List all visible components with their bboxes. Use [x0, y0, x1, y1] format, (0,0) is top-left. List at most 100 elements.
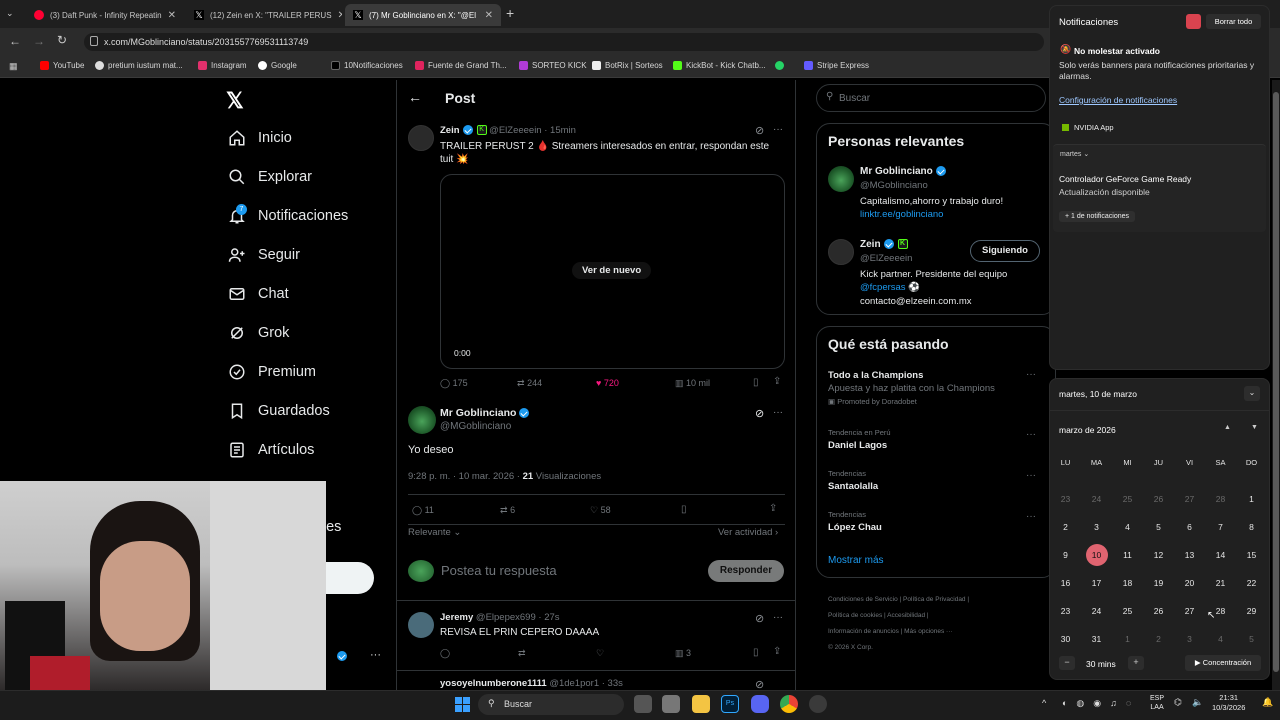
bookmark-10notificaciones[interactable]: 10Notificaciones — [331, 61, 403, 70]
close-icon[interactable]: ✕ — [162, 10, 176, 21]
repost-action[interactable]: ⇄ 244 — [517, 378, 542, 389]
repost-action[interactable]: ⇄ 6 — [500, 505, 515, 516]
reload-icon[interactable]: ↻ — [57, 33, 67, 47]
search-box[interactable]: ⚲ Buscar — [816, 84, 1046, 112]
calendar-day[interactable]: 25 — [1112, 606, 1143, 616]
calendar-day[interactable]: 5 — [1236, 634, 1267, 644]
author-handle[interactable]: @Elpepex699 · 27s — [476, 612, 560, 623]
calendar-day[interactable]: 16 — [1050, 578, 1081, 588]
bookmark-icon[interactable]: ▯ — [753, 647, 759, 658]
bookmark-sorteo-kick[interactable]: SORTEO KICK — [519, 61, 587, 70]
bookmark-kickbot[interactable]: KickBot - Kick Chatb... — [673, 61, 766, 70]
notification-bell-icon[interactable]: 🔔 — [1262, 697, 1273, 708]
calendar-day[interactable]: 6 — [1174, 522, 1205, 532]
more-icon[interactable]: ··· — [1026, 470, 1036, 481]
author-handle[interactable]: @1de1por1 · 33s — [549, 678, 623, 689]
heart-icon[interactable]: ♡ — [596, 648, 604, 659]
nav-chat[interactable]: Chat — [228, 285, 289, 303]
focus-plus-button[interactable]: + — [1128, 656, 1144, 670]
tab-list-button[interactable]: ⌄ — [6, 8, 14, 19]
calendar-day[interactable]: 30 — [1050, 634, 1081, 644]
calendar-day[interactable]: 26 — [1143, 606, 1174, 616]
volume-icon[interactable]: 🔈 — [1192, 697, 1203, 708]
more-icon[interactable]: ··· — [370, 649, 381, 661]
nav-premium[interactable]: Premium — [228, 363, 316, 381]
trend-item[interactable]: Tendencia en Perú Daniel Lagos — [828, 428, 891, 451]
tab-3[interactable]: 𝕏 (7) Mr Goblinciano en X: "@El ✕ — [345, 4, 501, 26]
reply-action[interactable]: ◯ 11 — [412, 505, 434, 516]
calendar-day[interactable]: 9 — [1050, 550, 1081, 560]
app-icon[interactable] — [809, 695, 827, 713]
photoshop-icon[interactable]: Ps — [721, 695, 739, 713]
more-icon[interactable]: ··· — [1026, 429, 1036, 440]
calendar-day[interactable]: 19 — [1143, 578, 1174, 588]
view-activity-link[interactable]: Ver actividad › — [718, 527, 778, 538]
windows-start-icon[interactable] — [455, 697, 470, 712]
focus-minus-button[interactable]: − — [1059, 656, 1075, 670]
calendar-day[interactable]: 21 — [1205, 578, 1236, 588]
collapse-button[interactable]: ⌄ — [1244, 386, 1260, 401]
more-icon[interactable]: ··· — [773, 407, 783, 418]
tab-1[interactable]: (3) Daft Punk - Infinity Repeatin ✕ — [26, 4, 182, 26]
show-more-link[interactable]: Mostrar más — [828, 555, 884, 566]
like-action[interactable]: ♡ 58 — [590, 505, 611, 516]
avatar[interactable] — [408, 125, 434, 151]
repost-icon[interactable]: ⇄ — [518, 648, 526, 659]
share-icon[interactable]: ⇪ — [773, 376, 781, 387]
nav-articulos[interactable]: Artículos — [228, 441, 314, 459]
calendar-day[interactable]: 28 — [1205, 494, 1236, 504]
tray-icons[interactable]: ◐◍◉♫◌ — [1062, 698, 1140, 709]
more-icon[interactable]: ··· — [773, 124, 783, 135]
calendar-day[interactable]: 3 — [1174, 634, 1205, 644]
calendar-day[interactable]: 13 — [1174, 550, 1205, 560]
tray-chevron-icon[interactable]: ^ — [1042, 698, 1046, 708]
bookmark-whatsapp[interactable] — [775, 61, 788, 70]
author-name[interactable]: Zein — [440, 125, 460, 136]
url-bar[interactable]: x.com/MGoblinciano/status/20315577695311… — [84, 33, 1044, 51]
nav-explorar[interactable]: Explorar — [228, 168, 312, 186]
mention-link[interactable]: @fcpersas — [860, 282, 906, 293]
calendar-day[interactable]: 27 — [1174, 606, 1205, 616]
author-handle[interactable]: @MGoblinciano — [440, 421, 511, 432]
footer-link[interactable]: Política de Privacidad — [903, 596, 966, 603]
nav-grok[interactable]: Grok — [228, 324, 289, 342]
grok-icon[interactable]: ⊘ — [755, 407, 764, 420]
day-group[interactable]: martes ⌄ — [1060, 150, 1089, 158]
calendar-day[interactable]: 26 — [1143, 494, 1174, 504]
nav-seguir[interactable]: Seguir — [228, 246, 300, 264]
calendar-day[interactable]: 1 — [1112, 634, 1143, 644]
discord-icon[interactable] — [751, 695, 769, 713]
avatar[interactable] — [828, 239, 854, 265]
bookmark-gta[interactable]: Fuente de Grand Th... — [415, 61, 507, 70]
calendar-day[interactable]: 23 — [1050, 494, 1081, 504]
like-action[interactable]: ♥ 720 — [596, 378, 619, 388]
avatar[interactable] — [408, 406, 436, 434]
bookmark-pretium[interactable]: pretium iustum mat... — [95, 61, 183, 70]
share-icon[interactable]: ⇪ — [769, 503, 777, 514]
person-name[interactable]: Mr Goblinciano — [860, 166, 946, 177]
calendar-day[interactable]: 4 — [1205, 634, 1236, 644]
calendar-day[interactable]: 17 — [1081, 578, 1112, 588]
dnd-toggle-icon[interactable] — [1186, 14, 1201, 29]
calendar-day[interactable]: 31 — [1081, 634, 1112, 644]
person-name[interactable]: Zein K — [860, 239, 908, 250]
author-name[interactable]: yosoyelnumberone1111 — [440, 678, 547, 689]
calendar-day[interactable]: 4 — [1112, 522, 1143, 532]
footer-link[interactable]: Más opciones ··· — [904, 628, 952, 635]
more-icon[interactable]: ··· — [1026, 369, 1036, 380]
bookmark-icon[interactable]: ▯ — [681, 504, 687, 515]
views-action[interactable]: ▥ 10 mil — [675, 378, 710, 389]
following-button[interactable]: Siguiendo — [970, 240, 1040, 262]
more-icon[interactable]: ··· — [1026, 511, 1036, 522]
focus-start-button[interactable]: ▶ Concentración — [1185, 655, 1261, 671]
calendar-day[interactable]: 5 — [1143, 522, 1174, 532]
bookmark-youtube[interactable]: YouTube — [40, 61, 84, 70]
notification-settings-link[interactable]: Configuración de notificaciones — [1059, 95, 1177, 105]
scrollbar[interactable] — [1272, 80, 1280, 690]
back-icon[interactable]: ← — [9, 34, 21, 48]
bookmark-google[interactable]: Google — [258, 61, 297, 70]
calendar-day[interactable]: 8 — [1236, 522, 1267, 532]
calendar-day[interactable]: 1 — [1236, 494, 1267, 504]
close-icon[interactable]: ✕ — [332, 10, 342, 21]
calendar-day[interactable]: 27 — [1174, 494, 1205, 504]
